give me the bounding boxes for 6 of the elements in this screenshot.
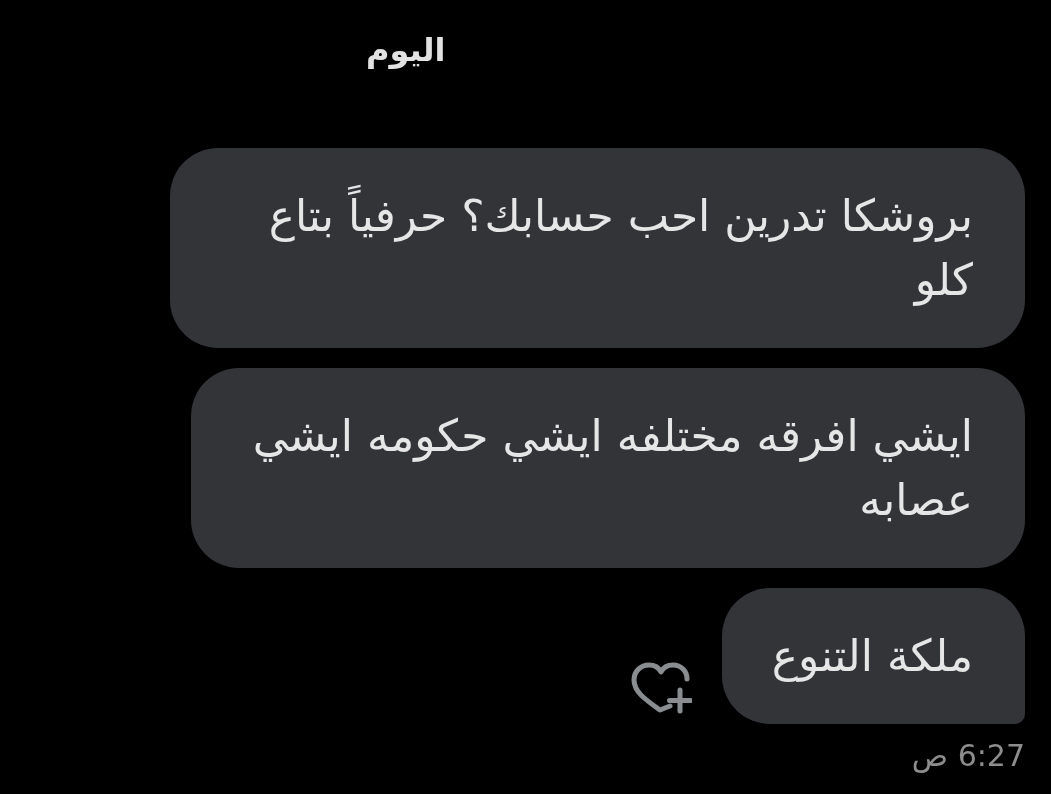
message-bubble: ملكة التنوع — [721, 588, 1025, 724]
add-reaction-heart-icon[interactable] — [629, 662, 692, 714]
message-timestamp: 6:27 ص — [911, 737, 1025, 775]
date-header: اليوم — [366, 30, 446, 70]
message-bubble: بروشكا تدرين احب حسابك؟ حرفياً بتاع كلو — [170, 148, 1025, 348]
message-bubble: ايشي افرقه مختلفه ايشي حكومه ايشي عصابه — [191, 368, 1025, 568]
